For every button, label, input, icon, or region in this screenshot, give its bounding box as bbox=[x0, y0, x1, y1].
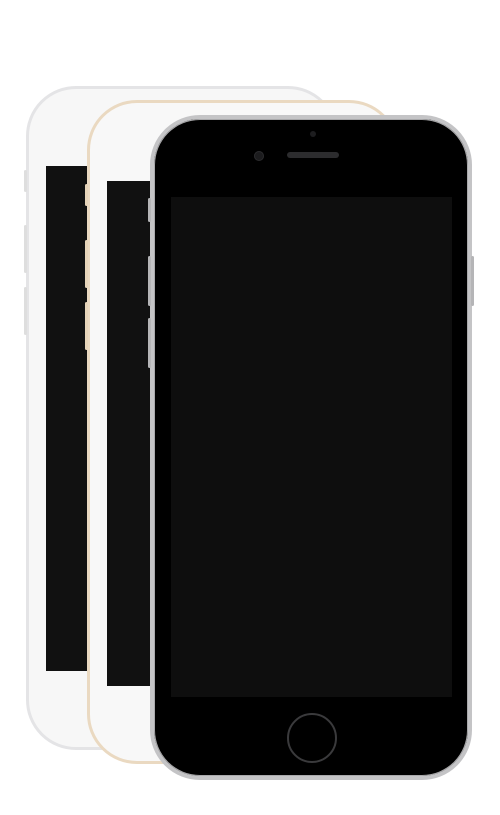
phone-space-gray bbox=[150, 115, 472, 780]
phone-gray-mute-switch bbox=[148, 198, 151, 222]
phone-gold-volume-down bbox=[85, 302, 88, 350]
phone-gold-mute-switch bbox=[85, 184, 88, 206]
phone-silver-volume-down bbox=[24, 287, 27, 335]
front-camera-icon bbox=[254, 151, 264, 161]
device-mockup-canvas bbox=[0, 0, 500, 815]
phone-silver-volume-up bbox=[24, 225, 27, 273]
earpiece-speaker-icon bbox=[287, 152, 339, 158]
phone-gray-volume-down bbox=[148, 318, 151, 368]
phone-gray-volume-up bbox=[148, 256, 151, 306]
proximity-sensor-icon bbox=[310, 131, 316, 137]
phone-silver-mute-switch bbox=[24, 170, 27, 192]
phone-gray-power-button bbox=[471, 256, 474, 306]
phone-space-gray-screen bbox=[171, 197, 452, 697]
phone-gold-volume-up bbox=[85, 240, 88, 288]
home-button-icon bbox=[287, 713, 337, 763]
